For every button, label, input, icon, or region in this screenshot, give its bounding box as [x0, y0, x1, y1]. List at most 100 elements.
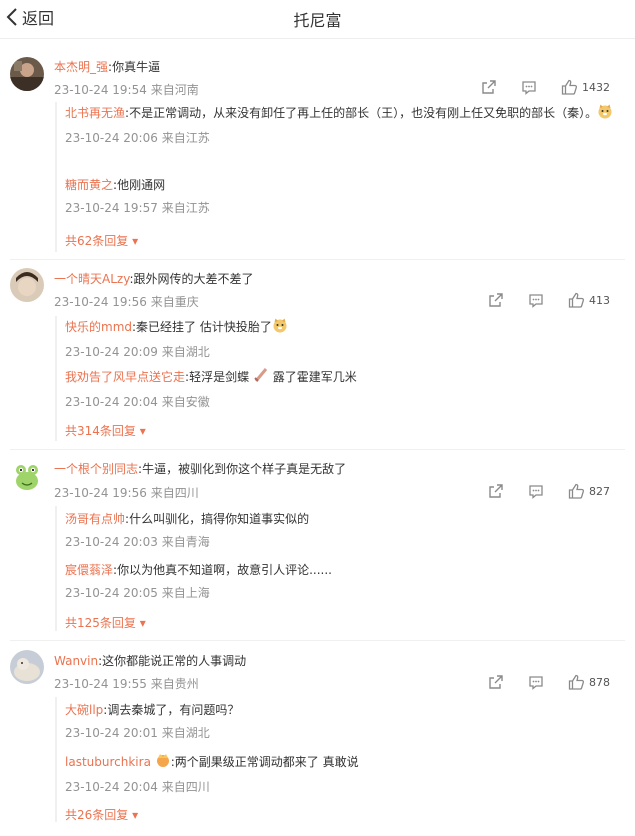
reply-list: 大碗llp:调去秦城了，有问题吗？ 23-10-24 20:01 来自湖北 la…	[55, 697, 617, 822]
like-button[interactable]: 413	[568, 292, 610, 308]
more-replies-label: 共26条回复	[65, 808, 129, 822]
comment-item: 一个根个别同志:牛逼，被驯化到你这个样子真是无敌了 23-10-24 19:56…	[0, 458, 635, 638]
more-replies-label: 共62条回复	[65, 234, 129, 248]
doge-emoji-icon	[272, 317, 288, 340]
share-icon[interactable]	[488, 674, 504, 690]
comment-text: 你真牛逼	[112, 60, 161, 74]
divider	[10, 259, 625, 260]
reply-text: 你以为他真不知道啊，故意引人评论......	[117, 563, 332, 577]
reply-username[interactable]: 宸儇蓊泽	[65, 563, 113, 577]
reply-list: 快乐的mmd:秦已经挂了 估计快投胎了 23-10-24 20:09 来自湖北 …	[55, 316, 617, 441]
reply-text: 他刚通网	[117, 178, 166, 192]
reply-location: 来自安徽	[161, 395, 210, 409]
comment-date: 23-10-24 19:56	[54, 486, 147, 500]
comment-username[interactable]: 一个晴天ALzy	[54, 272, 129, 286]
reply-location: 来自江苏	[161, 131, 210, 145]
reply-date: 23-10-24 20:04	[65, 395, 158, 409]
comment-item: 本杰明_强:你真牛逼 23-10-24 19:54 来自河南 1432 北书再无…	[0, 52, 635, 262]
reply-location: 来自湖北	[161, 345, 210, 359]
sword-emoji-icon	[253, 367, 269, 390]
reply-item: 快乐的mmd:秦已经挂了 估计快投胎了 23-10-24 20:09 来自湖北	[65, 316, 615, 360]
like-count: 413	[589, 293, 610, 307]
comment-location: 来自河南	[150, 83, 199, 97]
reply-location: 来自湖北	[161, 726, 210, 740]
reply-text: 不是正常调动，从来没有卸任了再上任的部长（王），也没有刚上任又免职的部长（秦）。	[129, 106, 598, 120]
like-count: 1432	[582, 80, 610, 94]
caret-down-icon: ▾	[135, 616, 146, 630]
reply-text: 秦已经挂了 估计快投胎了	[136, 320, 272, 334]
top-nav-bar: 返回 托尼富	[0, 0, 635, 39]
view-more-replies-link[interactable]: 共314条回复 ▾	[65, 422, 146, 439]
reply-username[interactable]: 糖而黄之	[65, 178, 113, 192]
view-more-replies-link[interactable]: 共26条回复 ▾	[65, 806, 138, 823]
comment-date: 23-10-24 19:54	[54, 83, 147, 97]
caret-down-icon: ▾	[128, 234, 139, 248]
comment-icon[interactable]	[528, 674, 544, 690]
reply-item: 大碗llp:调去秦城了，有问题吗？ 23-10-24 20:01 来自湖北	[65, 699, 615, 741]
like-button[interactable]: 1432	[561, 79, 610, 95]
reply-item: lastuburchkira :两个副果级正常调动都来了 真敢说 23-10-2…	[65, 751, 615, 795]
reply-item: 糖而黄之:他刚通网 23-10-24 19:57 来自江苏	[65, 174, 615, 216]
reply-location: 来自上海	[161, 586, 210, 600]
comment-icon[interactable]	[528, 292, 544, 308]
like-count: 878	[589, 675, 610, 689]
comment-item: 一个晴天ALzy:跟外网传的大差不差了 23-10-24 19:56 来自重庆 …	[0, 268, 635, 448]
view-more-replies-link[interactable]: 共125条回复 ▾	[65, 614, 146, 631]
reply-username[interactable]: 我劝告了风早点送它走	[65, 370, 185, 384]
reply-item: 汤哥有点帅:什么叫驯化，搞得你知道事实似的 23-10-24 20:03 来自青…	[65, 508, 615, 550]
reply-username[interactable]: lastuburchkira	[65, 755, 151, 769]
reply-date: 23-10-24 20:05	[65, 586, 158, 600]
reply-username[interactable]: 大碗llp	[65, 703, 103, 717]
thumbs-up-icon	[568, 674, 585, 690]
share-icon[interactable]	[488, 483, 504, 499]
reply-username[interactable]: 北书再无渔	[65, 106, 125, 120]
comment-username[interactable]: Wanvin	[54, 654, 98, 668]
avatar[interactable]	[10, 460, 44, 494]
avatar[interactable]	[10, 268, 44, 302]
page-title: 托尼富	[293, 11, 342, 30]
reply-text-continued: 露了霍建军几米	[272, 370, 357, 384]
comment-location: 来自贵州	[150, 677, 199, 691]
divider	[10, 640, 625, 641]
reply-list: 汤哥有点帅:什么叫驯化，搞得你知道事实似的 23-10-24 20:03 来自青…	[55, 506, 617, 631]
comment-username[interactable]: 一个根个别同志	[54, 462, 138, 476]
caret-down-icon: ▾	[135, 424, 146, 438]
reply-date: 23-10-24 20:04	[65, 780, 158, 794]
reply-item: 我劝告了风早点送它走:轻浮是剑蝶 露了霍建军几米 23-10-24 20:04 …	[65, 366, 615, 410]
like-button[interactable]: 878	[568, 674, 610, 690]
view-more-replies-link[interactable]: 共62条回复 ▾	[65, 232, 138, 249]
comment-location: 来自四川	[150, 486, 199, 500]
avatar[interactable]	[10, 57, 44, 91]
reply-date: 23-10-24 20:03	[65, 535, 158, 549]
thumbs-up-icon	[568, 483, 585, 499]
comment-date: 23-10-24 19:55	[54, 677, 147, 691]
reply-date: 23-10-24 20:06	[65, 131, 158, 145]
comment-text: 这你都能说正常的人事调动	[102, 654, 247, 668]
comment-username[interactable]: 本杰明_强	[54, 60, 108, 74]
reply-username[interactable]: 快乐的mmd	[65, 320, 132, 334]
comment-icon[interactable]	[528, 483, 544, 499]
doge-emoji-icon	[597, 103, 613, 126]
reply-date: 23-10-24 20:01	[65, 726, 158, 740]
caret-down-icon: ▾	[128, 808, 139, 822]
comment-icon[interactable]	[521, 79, 537, 95]
share-icon[interactable]	[488, 292, 504, 308]
reply-location: 来自四川	[161, 780, 210, 794]
comment-item: Wanvin:这你都能说正常的人事调动 23-10-24 19:55 来自贵州 …	[0, 649, 635, 829]
reply-date: 23-10-24 20:09	[65, 345, 158, 359]
more-replies-label: 共125条回复	[65, 616, 136, 630]
avatar[interactable]	[10, 650, 44, 684]
comment-text: 跟外网传的大差不差了	[133, 272, 254, 286]
reply-item: 宸儇蓊泽:你以为他真不知道啊，故意引人评论...... 23-10-24 20:…	[65, 559, 615, 601]
reply-item: 北书再无渔:不是正常调动，从来没有卸任了再上任的部长（王），也没有刚上任又免职的…	[65, 102, 615, 146]
more-replies-label: 共314条回复	[65, 424, 136, 438]
reply-username[interactable]: 汤哥有点帅	[65, 512, 125, 526]
share-icon[interactable]	[481, 79, 497, 95]
like-count: 827	[589, 484, 610, 498]
reply-list: 北书再无渔:不是正常调动，从来没有卸任了再上任的部长（王），也没有刚上任又免职的…	[55, 102, 617, 252]
thumbs-up-icon	[568, 292, 585, 308]
comment-location: 来自重庆	[150, 295, 199, 309]
comment-date: 23-10-24 19:56	[54, 295, 147, 309]
comment-text: 牛逼，被驯化到你这个样子真是无敌了	[142, 462, 347, 476]
like-button[interactable]: 827	[568, 483, 610, 499]
